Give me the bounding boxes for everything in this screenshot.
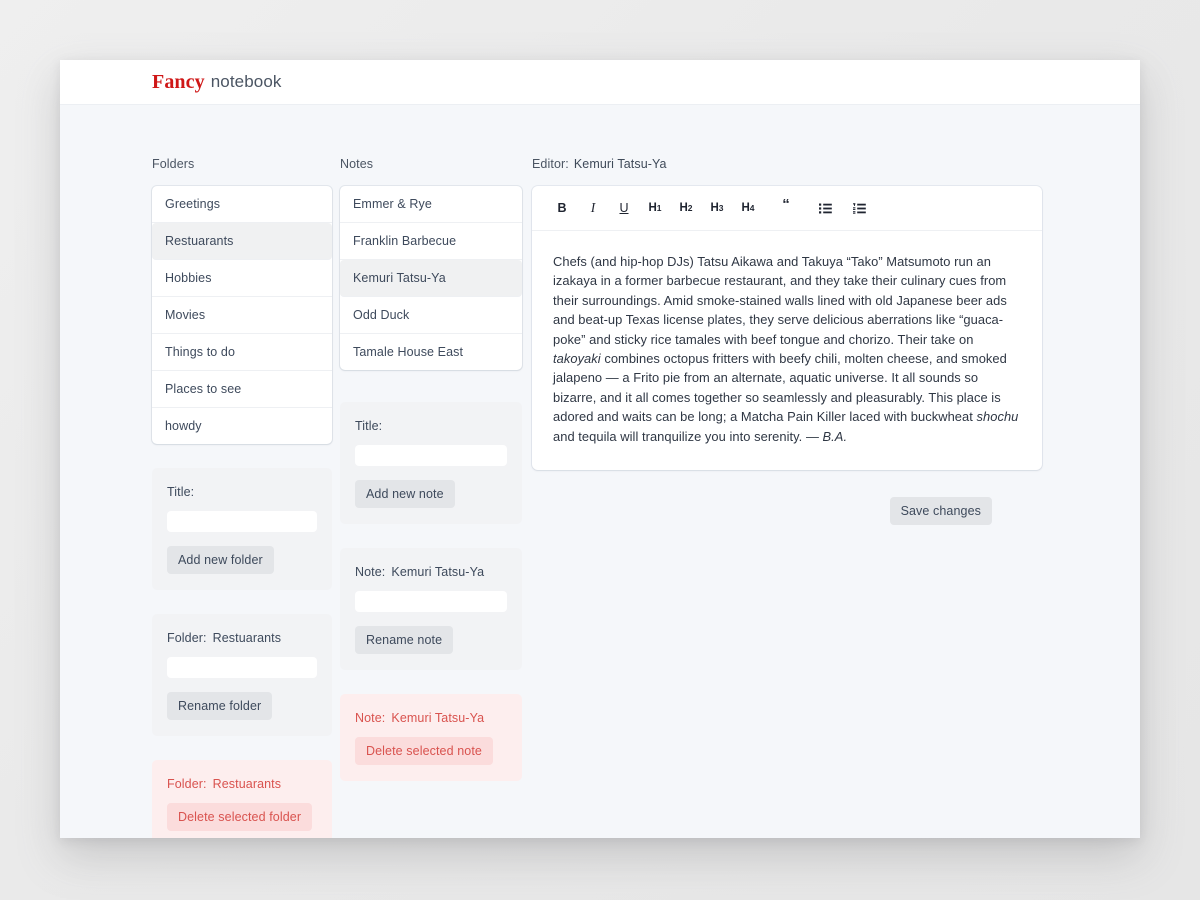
- add-note-title-input[interactable]: [355, 445, 507, 466]
- editor-heading-label: Editor:: [532, 157, 569, 171]
- rename-note-current-value: Kemuri Tatsu-Ya: [391, 565, 485, 579]
- logo-notebook: notebook: [210, 72, 282, 91]
- rename-folder-label-text: Folder:: [167, 631, 207, 645]
- editor-text-part-1: Chefs (and hip-hop DJs) Tatsu Aikawa and…: [553, 254, 1007, 347]
- folder-list-item[interactable]: Things to do: [152, 334, 332, 371]
- heading-3-icon[interactable]: H3: [704, 195, 730, 221]
- main-columns: Folders Greetings Restuarants Hobbies Mo…: [60, 105, 1140, 838]
- rename-folder-button[interactable]: Rename folder: [167, 692, 273, 720]
- add-folder-panel: Title: Add new folder: [152, 468, 332, 590]
- editor-text-part-3: and tequila will tranquilize you into se…: [553, 428, 823, 444]
- heading-2-letter: H: [679, 202, 688, 214]
- heading-3-letter: H: [710, 202, 719, 214]
- rename-folder-input[interactable]: [167, 657, 317, 678]
- note-list-item[interactable]: Odd Duck: [340, 297, 522, 334]
- delete-selected-note-button[interactable]: Delete selected note: [355, 737, 493, 765]
- add-note-panel: Title: Add new note: [340, 402, 522, 524]
- delete-folder-current-value: Restuarants: [212, 777, 282, 791]
- rename-note-label-text: Note:: [355, 565, 386, 579]
- delete-note-label: Note: Kemuri Tatsu-Ya: [355, 711, 507, 725]
- note-list-item[interactable]: Kemuri Tatsu-Ya: [340, 260, 522, 297]
- heading-3-number: 3: [718, 203, 724, 213]
- underline-icon[interactable]: U: [611, 195, 637, 221]
- rename-folder-current-value: Restuarants: [212, 631, 282, 645]
- folder-list-item[interactable]: Places to see: [152, 371, 332, 408]
- add-new-note-button[interactable]: Add new note: [355, 480, 455, 508]
- folder-list-item[interactable]: howdy: [152, 408, 332, 444]
- editor-text-italic-2: shochu: [976, 409, 1019, 425]
- heading-1-icon[interactable]: H1: [642, 195, 668, 221]
- heading-4-letter: H: [741, 202, 750, 214]
- rename-note-button[interactable]: Rename note: [355, 626, 454, 654]
- heading-2-icon[interactable]: H2: [673, 195, 699, 221]
- delete-folder-label-text: Folder:: [167, 777, 207, 791]
- italic-icon[interactable]: I: [580, 195, 606, 221]
- add-folder-title-input[interactable]: [167, 511, 317, 532]
- editor-text-italic-1: takoyaki: [553, 351, 601, 367]
- folders-list: Greetings Restuarants Hobbies Movies Thi…: [152, 186, 332, 444]
- notes-column-heading: Notes: [340, 157, 374, 171]
- rename-note-panel: Note: Kemuri Tatsu-Ya Rename note: [340, 548, 522, 670]
- folders-column-heading: Folders: [152, 157, 195, 171]
- editor-content-area[interactable]: Chefs (and hip-hop DJs) Tatsu Aikawa and…: [532, 231, 1042, 470]
- editor-card: B I U H1 H2 H3 H4 “ Chefs (and hip-hop D…: [532, 186, 1042, 471]
- rename-folder-panel: Folder: Restuarants Rename folder: [152, 614, 332, 736]
- numbered-list-icon[interactable]: [846, 195, 872, 221]
- folder-list-item[interactable]: Hobbies: [152, 260, 332, 297]
- folders-column: Folders Greetings Restuarants Hobbies Mo…: [152, 157, 332, 838]
- delete-note-label-text: Note:: [355, 711, 386, 725]
- logo-fancy: Fancy: [152, 70, 205, 93]
- note-list-item[interactable]: Emmer & Rye: [340, 186, 522, 223]
- blockquote-icon[interactable]: “: [773, 195, 799, 221]
- folder-list-item[interactable]: Greetings: [152, 186, 332, 223]
- delete-selected-folder-button[interactable]: Delete selected folder: [167, 803, 313, 831]
- save-changes-button[interactable]: Save changes: [889, 497, 992, 526]
- editor-column: Editor: Kemuri Tatsu-Ya B I U H1 H2 H3 H4…: [532, 157, 1042, 838]
- bulleted-list-icon[interactable]: [812, 195, 838, 221]
- heading-1-letter: H: [648, 202, 657, 214]
- notes-column: Notes Emmer & Rye Franklin Barbecue Kemu…: [340, 157, 522, 838]
- folder-list-item[interactable]: Restuarants: [152, 223, 332, 260]
- rename-folder-label: Folder: Restuarants: [167, 631, 317, 645]
- heading-4-icon[interactable]: H4: [735, 195, 761, 221]
- save-row: Save changes: [532, 497, 1042, 526]
- add-new-folder-button[interactable]: Add new folder: [167, 546, 274, 574]
- app-window: Fancy notebook Folders Greetings Restuar…: [60, 60, 1140, 838]
- heading-4-number: 4: [749, 203, 755, 213]
- editor-column-heading: Editor: Kemuri Tatsu-Ya: [532, 157, 1042, 173]
- bold-icon[interactable]: B: [549, 195, 575, 221]
- app-header: Fancy notebook: [60, 60, 1140, 105]
- editor-text-part-2: combines octopus fritters with beefy chi…: [553, 351, 1007, 425]
- folder-list-item[interactable]: Movies: [152, 297, 332, 334]
- heading-2-number: 2: [687, 203, 693, 213]
- add-folder-label: Title:: [167, 485, 195, 499]
- delete-folder-panel: Folder: Restuarants Delete selected folde…: [152, 760, 332, 838]
- rename-note-label: Note: Kemuri Tatsu-Ya: [355, 565, 507, 579]
- note-list-item[interactable]: Franklin Barbecue: [340, 223, 522, 260]
- notes-list: Emmer & Rye Franklin Barbecue Kemuri Tat…: [340, 186, 522, 370]
- note-list-item[interactable]: Tamale House East: [340, 334, 522, 370]
- editor-heading-value: Kemuri Tatsu-Ya: [573, 157, 667, 171]
- delete-folder-label: Folder: Restuarants: [167, 777, 317, 791]
- delete-note-current-value: Kemuri Tatsu-Ya: [391, 711, 485, 725]
- delete-note-panel: Note: Kemuri Tatsu-Ya Delete selected not…: [340, 694, 522, 781]
- rename-note-input[interactable]: [355, 591, 507, 612]
- editor-text-italic-3: B.A.: [822, 428, 848, 444]
- heading-1-number: 1: [656, 203, 662, 213]
- editor-toolbar: B I U H1 H2 H3 H4 “: [532, 186, 1042, 231]
- add-note-label: Title:: [355, 419, 383, 433]
